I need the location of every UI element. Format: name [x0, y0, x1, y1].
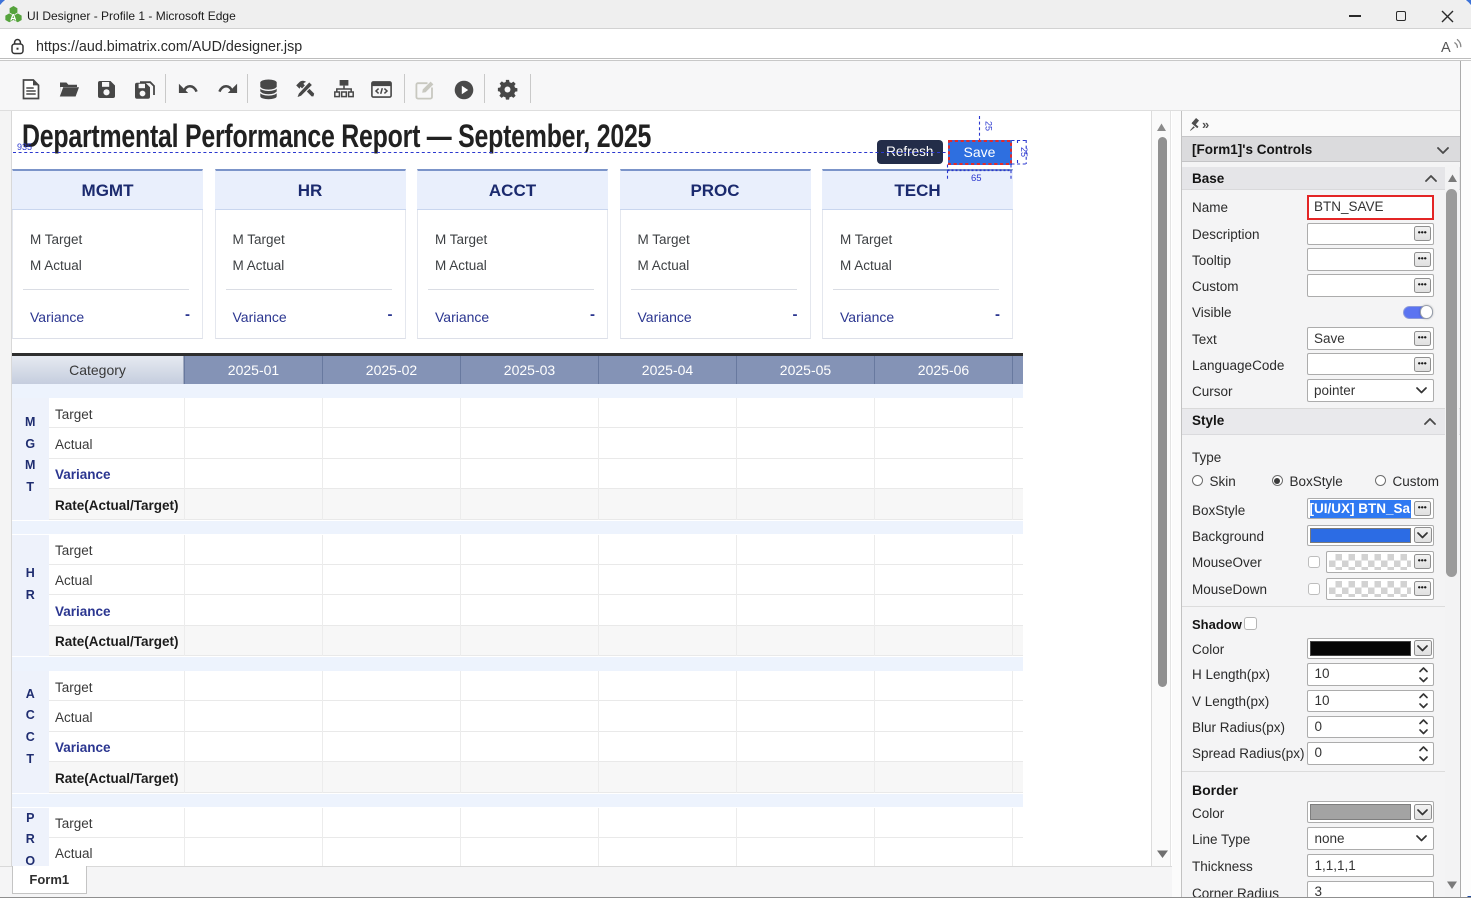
svg-text:A: A: [10, 12, 17, 22]
svg-text:A: A: [1441, 40, 1451, 56]
